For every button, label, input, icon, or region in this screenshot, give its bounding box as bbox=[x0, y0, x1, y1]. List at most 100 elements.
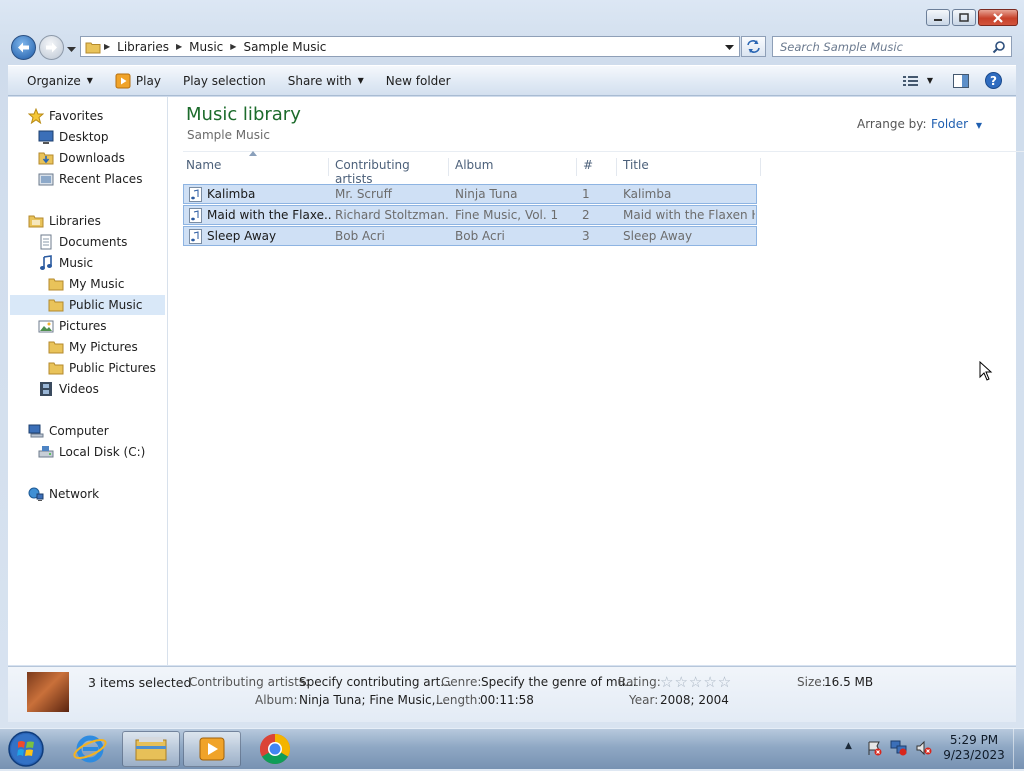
forward-button[interactable] bbox=[39, 35, 64, 60]
file-album: Bob Acri bbox=[455, 229, 505, 243]
column-header-name[interactable]: Name bbox=[183, 151, 329, 176]
arrange-by-label: Arrange by: bbox=[857, 117, 927, 131]
sidebar-item-my-music[interactable]: My Music bbox=[48, 274, 124, 294]
start-button[interactable] bbox=[6, 730, 46, 768]
sidebar-item-label: Network bbox=[49, 487, 100, 501]
play-selection-label: Play selection bbox=[182, 73, 266, 88]
sidebar-item-libraries[interactable]: Libraries bbox=[28, 211, 101, 231]
address-history-dropdown[interactable] bbox=[725, 40, 734, 54]
network-icon bbox=[28, 486, 44, 502]
sidebar-item-favorites[interactable]: Favorites bbox=[27, 106, 103, 126]
sidebar-item-computer[interactable]: Computer bbox=[28, 421, 109, 441]
album-label: Album: bbox=[255, 693, 298, 707]
network-status-icon[interactable] bbox=[890, 740, 908, 756]
help-button[interactable]: ? bbox=[979, 66, 1016, 95]
refresh-icon bbox=[747, 40, 760, 53]
file-title: Maid with the Flaxen H... bbox=[623, 208, 755, 222]
folder-icon bbox=[48, 297, 64, 313]
column-header-contributing-artists[interactable]: Contributing artists bbox=[332, 158, 449, 186]
column-header-album[interactable]: Album bbox=[452, 158, 577, 176]
taskbar-chrome[interactable] bbox=[246, 731, 304, 767]
maximize-icon bbox=[959, 13, 969, 22]
album-value[interactable]: Ninja Tuna; Fine Music,... bbox=[299, 693, 447, 707]
organize-button[interactable]: Organize ▼ bbox=[8, 66, 104, 95]
clock-time: 5:29 PM bbox=[949, 733, 999, 747]
chevron-down-icon: ▼ bbox=[86, 76, 93, 85]
close-button[interactable] bbox=[978, 9, 1018, 26]
breadcrumb-arrow-icon[interactable]: ▶ bbox=[101, 42, 113, 51]
selection-count: 3 items selected bbox=[88, 675, 192, 690]
action-center-flag-icon[interactable] bbox=[866, 740, 882, 756]
refresh-button[interactable] bbox=[741, 36, 766, 57]
rating-stars[interactable]: ☆☆☆☆☆ bbox=[660, 673, 732, 691]
breadcrumb-libraries[interactable]: Libraries bbox=[113, 40, 173, 54]
taskbar-media-player[interactable] bbox=[183, 731, 241, 767]
library-title: Music library bbox=[186, 104, 301, 125]
downloads-folder-icon bbox=[38, 150, 54, 166]
breadcrumb-music[interactable]: Music bbox=[185, 40, 227, 54]
maximize-button[interactable] bbox=[952, 9, 976, 26]
sidebar-item-label: Downloads bbox=[59, 151, 125, 165]
sidebar-item-recent-places[interactable]: Recent Places bbox=[38, 169, 142, 189]
column-header-number[interactable]: # bbox=[580, 158, 617, 176]
file-row[interactable]: Kalimba Mr. Scruff Ninja Tuna 1 Kalimba bbox=[183, 184, 757, 204]
genre-value[interactable]: Specify the genre of mu... bbox=[481, 675, 637, 689]
breadcrumb-sample-music[interactable]: Sample Music bbox=[239, 40, 330, 54]
media-player-icon bbox=[115, 73, 131, 88]
back-button[interactable] bbox=[11, 35, 36, 60]
sidebar-item-my-pictures[interactable]: My Pictures bbox=[48, 337, 138, 357]
sidebar-item-desktop[interactable]: Desktop bbox=[38, 127, 109, 147]
play-label: Play bbox=[135, 73, 161, 88]
library-subtitle: Sample Music bbox=[187, 128, 270, 142]
size-label: Size: bbox=[797, 675, 826, 689]
organize-label: Organize bbox=[27, 73, 81, 88]
file-title: Sleep Away bbox=[623, 229, 693, 243]
sidebar-item-public-pictures[interactable]: Public Pictures bbox=[48, 358, 156, 378]
sidebar-item-music[interactable]: Music bbox=[38, 253, 93, 273]
play-selection-button[interactable]: Play selection bbox=[172, 66, 277, 95]
file-name: Maid with the Flaxe... bbox=[207, 208, 332, 222]
show-desktop-button[interactable] bbox=[1013, 729, 1024, 769]
sidebar-item-pictures[interactable]: Pictures bbox=[38, 316, 107, 336]
details-view-icon bbox=[902, 75, 918, 86]
view-options-dropdown[interactable]: ▼ bbox=[925, 66, 943, 95]
preview-pane-button[interactable] bbox=[943, 66, 979, 95]
change-view-button[interactable] bbox=[897, 66, 925, 95]
file-artists: Mr. Scruff bbox=[335, 187, 392, 201]
sidebar-item-public-music[interactable]: Public Music bbox=[10, 295, 165, 315]
play-button[interactable]: Play bbox=[104, 66, 172, 95]
sidebar-item-network[interactable]: Network bbox=[28, 484, 99, 504]
taskbar-windows-explorer[interactable] bbox=[122, 731, 180, 767]
sidebar-item-local-disk[interactable]: Local Disk (C:) bbox=[38, 442, 145, 462]
sidebar-item-documents[interactable]: Documents bbox=[38, 232, 127, 252]
file-row[interactable]: Sleep Away Bob Acri Bob Acri 3 Sleep Awa… bbox=[183, 226, 757, 246]
minimize-button[interactable] bbox=[926, 9, 950, 26]
volume-muted-icon[interactable] bbox=[915, 740, 933, 756]
show-hidden-icons-button[interactable]: ▲ bbox=[845, 741, 852, 751]
artists-value[interactable]: Specify contributing art... bbox=[299, 675, 452, 689]
search-icon[interactable] bbox=[992, 40, 1006, 54]
year-value[interactable]: 2008; 2004 bbox=[660, 693, 729, 707]
new-folder-button[interactable]: New folder bbox=[375, 66, 462, 95]
file-track-number: 1 bbox=[582, 187, 590, 201]
column-header-title[interactable]: Title bbox=[620, 158, 761, 176]
address-bar[interactable]: ▶ Libraries ▶ Music ▶ Sample Music bbox=[80, 36, 740, 57]
sidebar-item-label: Public Pictures bbox=[69, 361, 156, 375]
breadcrumb-arrow-icon[interactable]: ▶ bbox=[227, 42, 239, 51]
sidebar-item-videos[interactable]: Videos bbox=[38, 379, 99, 399]
file-row[interactable]: Maid with the Flaxe... Richard Stoltzman… bbox=[183, 205, 757, 225]
sidebar-item-label: Local Disk (C:) bbox=[59, 445, 146, 459]
recent-pages-dropdown[interactable] bbox=[67, 42, 76, 56]
sidebar-item-label: Desktop bbox=[59, 130, 109, 144]
recent-places-icon bbox=[38, 171, 54, 187]
column-header-label: # bbox=[583, 158, 594, 172]
breadcrumb-arrow-icon[interactable]: ▶ bbox=[173, 42, 185, 51]
computer-icon bbox=[28, 423, 44, 439]
clock[interactable]: 5:29 PM 9/23/2023 bbox=[942, 733, 1006, 762]
sidebar-item-downloads[interactable]: Downloads bbox=[38, 148, 125, 168]
arrange-by-dropdown[interactable]: Folder ▼ bbox=[931, 117, 982, 131]
search-input[interactable]: Search Sample Music bbox=[772, 36, 1012, 57]
share-with-button[interactable]: Share with ▼ bbox=[277, 66, 375, 95]
taskbar-internet-explorer[interactable] bbox=[61, 731, 119, 767]
music-note-icon bbox=[38, 255, 54, 271]
